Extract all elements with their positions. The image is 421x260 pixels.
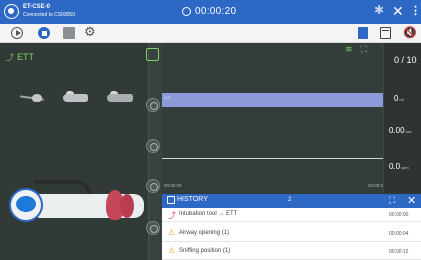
ett-text: ETT <box>17 52 34 62</box>
history-count: 2 <box>288 197 292 203</box>
ett-label: ⤴ ETT <box>6 52 34 63</box>
history-row-time: 00:00:00 <box>389 212 409 218</box>
expand-icon[interactable]: ⛶ <box>361 44 367 54</box>
gear-icon[interactable]: ⚙ <box>84 25 96 39</box>
history-title: HISTORY <box>177 196 208 203</box>
history-header: HISTORY 2 ⛶ ✕ <box>162 194 421 208</box>
clock-icon <box>182 7 191 16</box>
more-vertical-icon[interactable]: ⋮ <box>410 4 421 17</box>
close-icon[interactable]: ✕ <box>407 194 416 207</box>
tool-body <box>63 94 88 102</box>
view-icon-3[interactable] <box>146 179 160 193</box>
device-status: Connected to CS03050 <box>23 12 75 18</box>
manikin-figure <box>6 176 146 228</box>
mute-icon[interactable]: 🔇 <box>403 26 417 39</box>
bag-valve-tool[interactable] <box>63 91 88 103</box>
history-row[interactable]: ⤴ Intubation tool → ETT 00:00:00 <box>162 208 421 222</box>
mask-tool[interactable] <box>107 91 133 103</box>
count-value: 0 / 10 <box>394 55 417 65</box>
history-panel: HISTORY 2 ⛶ ✕ ⤴ Intubation tool → ETT 00… <box>162 194 421 260</box>
app-header: ET-CSE-0 Connected to CS03050 00:00:20 ✱… <box>0 0 421 24</box>
tool-body <box>107 94 133 102</box>
history-icon <box>167 196 175 204</box>
laryngoscope-tool[interactable] <box>19 93 45 103</box>
manikin-face <box>16 196 36 212</box>
bluetooth-icon[interactable]: ✱ <box>374 3 384 17</box>
volume-unit: ml <box>399 97 404 102</box>
tube-icon: ⤴ <box>6 53 14 62</box>
view-icon-2[interactable] <box>146 139 160 153</box>
ventilation-band <box>162 93 383 107</box>
view-icon-4[interactable] <box>146 221 160 235</box>
chart-controls: ≋ ⛶ <box>345 44 367 55</box>
history-row-time: 00:00:12 <box>389 249 409 255</box>
close-icon[interactable]: ✕ <box>392 3 404 20</box>
volume-metric: 0ml <box>394 94 404 103</box>
play-icon[interactable] <box>11 27 23 39</box>
time-metric: 0.00sec <box>389 126 412 135</box>
file-icon[interactable] <box>358 27 368 39</box>
view-icon-1[interactable] <box>146 98 160 112</box>
tube-icon: ⤴ <box>168 211 176 220</box>
app-logo-icon <box>4 4 19 19</box>
time-value: 0.00 <box>389 126 405 135</box>
volume-value: 0 <box>394 94 399 103</box>
device-name: ET-CSE-0 <box>23 4 51 10</box>
baseline-line <box>162 158 383 159</box>
band-tick-label: ICE <box>164 95 171 100</box>
rate-unit: cpm <box>401 165 409 170</box>
waveform-toggle-icon[interactable]: ≋ <box>345 44 353 54</box>
calendar-icon[interactable] <box>380 27 391 39</box>
history-row-text: Intubation tool → ETT <box>179 211 238 217</box>
warning-circle-icon: ⚠ <box>168 246 176 255</box>
history-row-text: Sniffing position (1) <box>179 248 231 254</box>
history-row-text: Airway opening (1) <box>179 230 230 236</box>
time-unit: sec <box>405 129 412 134</box>
x-axis-start: 00:00:00 <box>164 183 182 188</box>
expand-icon[interactable]: ⛶ <box>389 195 395 206</box>
history-row[interactable]: ⚠ Sniffing position (1) 00:00:12 <box>162 242 421 260</box>
chart-icon[interactable] <box>63 27 75 39</box>
tool-head <box>32 94 42 102</box>
rate-value: 0.0 <box>389 162 401 171</box>
rate-metric: 0.0cpm <box>389 162 409 171</box>
history-row-time: 00:00:04 <box>389 231 409 237</box>
waveform-chart <box>162 43 383 193</box>
lung-right <box>120 194 134 218</box>
stop-icon[interactable] <box>38 27 50 39</box>
airway-view-icon[interactable] <box>146 48 159 61</box>
history-row[interactable]: ⚠ Airway opening (1) 00:00:04 <box>162 224 421 242</box>
warning-circle-icon: ⚠ <box>168 228 176 237</box>
session-timer: 00:00:20 <box>195 6 237 17</box>
toolbar: ⚙ 🔇 <box>0 24 421 43</box>
